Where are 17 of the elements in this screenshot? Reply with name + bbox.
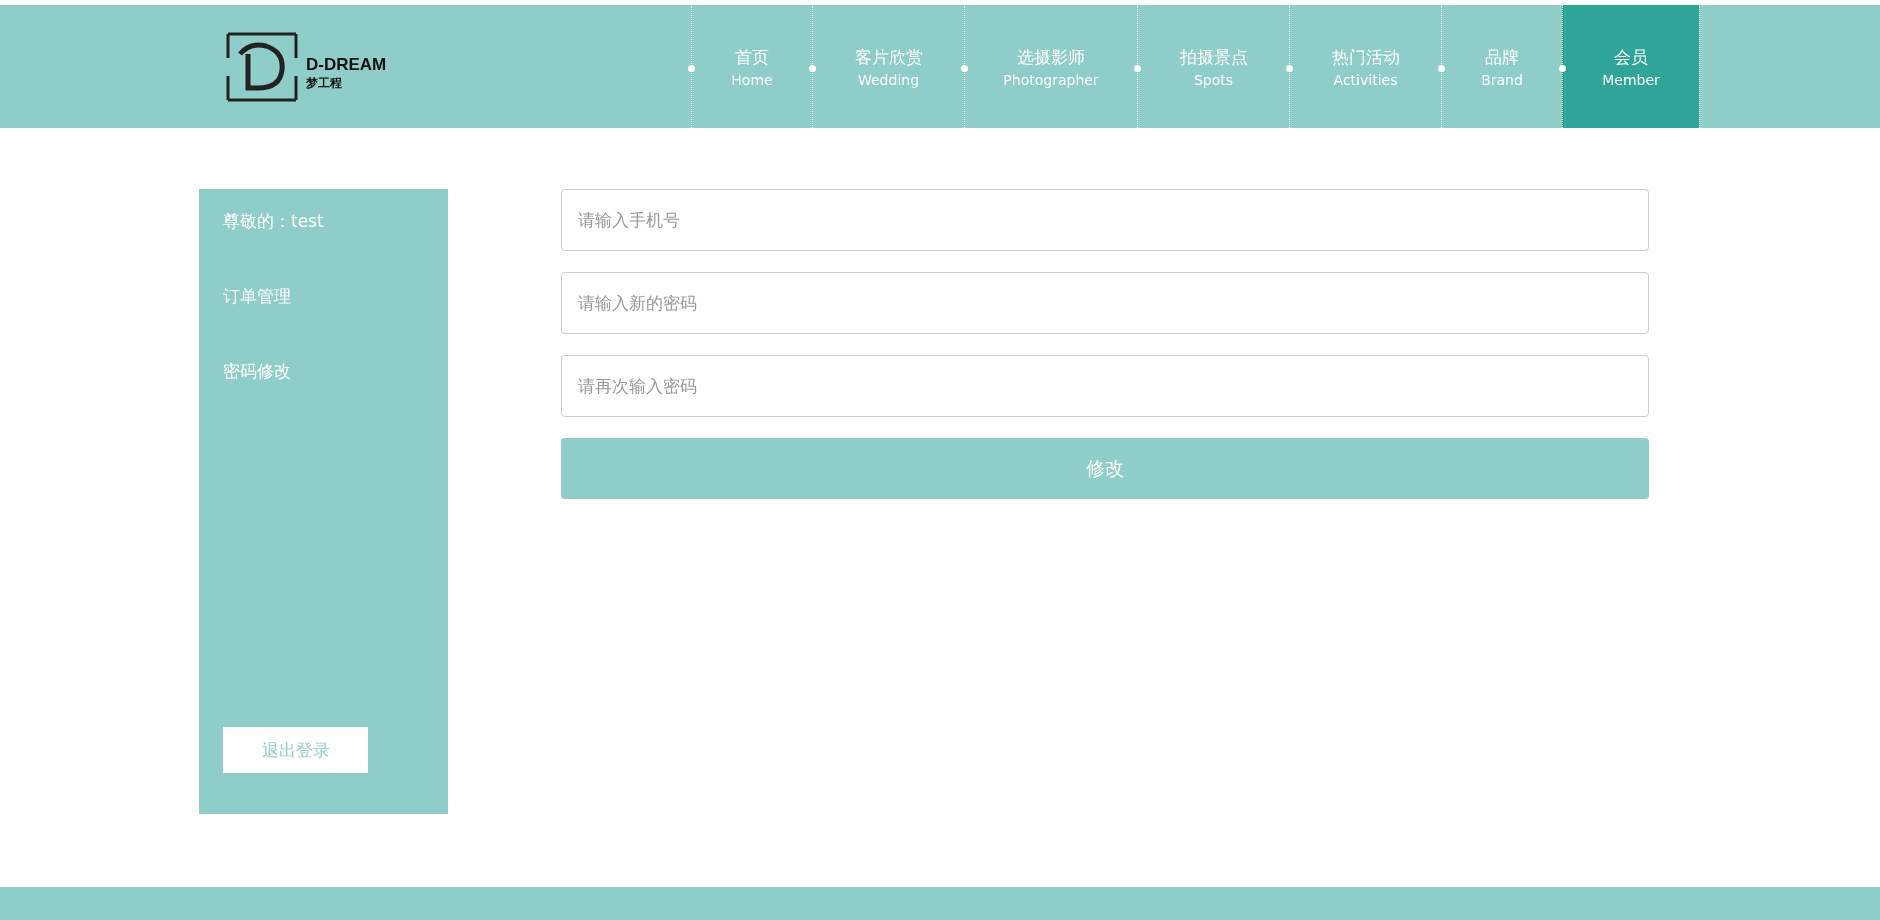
input-field[interactable]: 请输入手机号 <box>561 189 1649 251</box>
nav-tab[interactable]: 会员 Member <box>1562 5 1699 128</box>
sidebar-item[interactable]: 密码修改 <box>223 360 448 435</box>
logo-name: D-DREAM <box>306 55 387 75</box>
input-field[interactable]: 请输入新的密码 <box>561 272 1649 334</box>
logo-d-icon <box>226 31 298 102</box>
input-field[interactable]: 请再次输入密码 <box>561 355 1649 417</box>
logout-button[interactable]: 退出登录 <box>223 727 368 773</box>
sidebar-item[interactable]: 订单管理 <box>223 285 448 360</box>
logo-subtitle: 梦工程 <box>306 75 343 92</box>
user-greeting: 尊敬的：test <box>223 210 325 233</box>
nav-tab[interactable]: 客片欣赏 Wedding <box>812 5 964 128</box>
nav-tab[interactable]: 选摄影师 Photographer <box>964 5 1137 128</box>
submit-button[interactable]: 修改 <box>561 438 1649 499</box>
nav-tab[interactable]: 拍摄景点 Spots <box>1137 5 1289 128</box>
nav-tab[interactable]: 首页 Home <box>691 5 812 128</box>
nav-tab[interactable]: 热门活动 Activities <box>1289 5 1441 128</box>
